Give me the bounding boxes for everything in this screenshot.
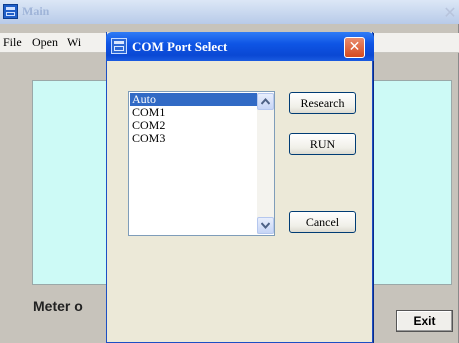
dialog-titlebar[interactable]: COM Port Select ✕ <box>106 32 374 61</box>
menu-file[interactable]: File <box>3 35 22 50</box>
chevron-up-icon <box>261 98 270 105</box>
main-close-icon[interactable]: ✕ <box>441 4 459 22</box>
exit-button[interactable]: Exit <box>396 310 453 332</box>
main-titlebar[interactable]: Main ✕ <box>0 0 459 24</box>
dialog-title: COM Port Select <box>132 39 228 54</box>
list-item[interactable]: COM3 <box>130 132 257 145</box>
status-label: Meter o <box>33 298 83 314</box>
run-button[interactable]: RUN <box>289 133 356 155</box>
menu-window[interactable]: Wi <box>67 35 81 50</box>
list-scrollbar[interactable] <box>257 93 274 234</box>
research-button[interactable]: Research <box>289 92 356 114</box>
com-port-list[interactable]: Auto COM1 COM2 COM3 <box>128 91 275 236</box>
scroll-down-button[interactable] <box>257 217 274 234</box>
scroll-up-button[interactable] <box>257 93 274 110</box>
app-window-icon <box>111 38 127 54</box>
main-window-title: Main <box>22 4 50 18</box>
cancel-button[interactable]: Cancel <box>289 211 356 233</box>
menu-open[interactable]: Open <box>32 35 58 50</box>
close-icon[interactable]: ✕ <box>344 37 365 58</box>
chevron-down-icon <box>261 222 270 229</box>
app-window-icon <box>3 4 18 19</box>
